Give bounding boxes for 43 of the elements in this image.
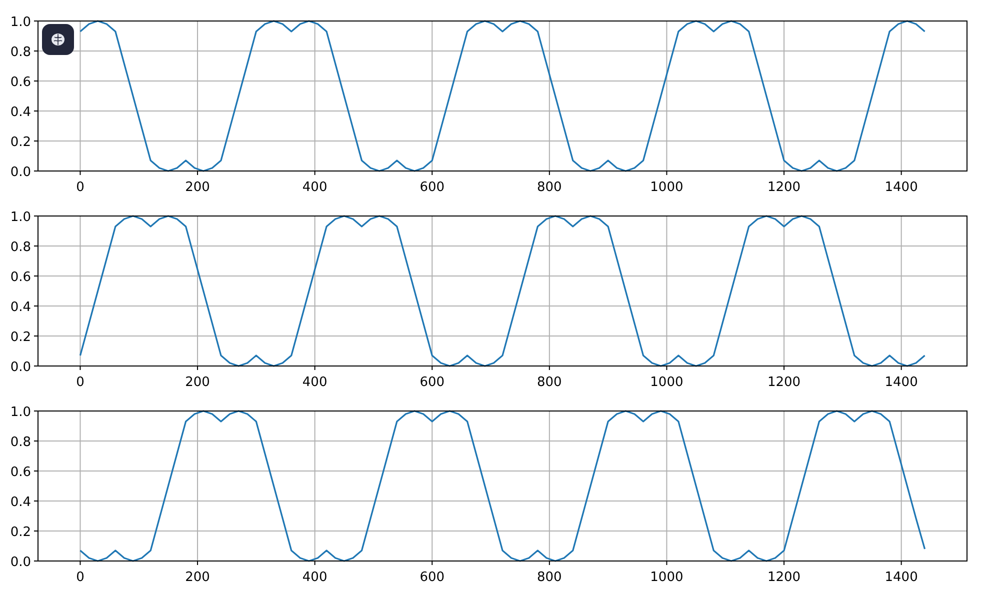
y-tick-label: 0.6 (10, 465, 31, 480)
y-tick-label: 1.0 (10, 15, 31, 30)
x-tick-label: 0 (76, 375, 84, 390)
floating-button[interactable] (42, 24, 74, 55)
y-tick-label: 0.2 (10, 330, 31, 345)
x-tick-label: 1200 (767, 570, 801, 585)
y-tick-label: 0.4 (10, 105, 31, 120)
x-tick-label: 1400 (884, 180, 918, 195)
x-tick-label: 400 (302, 180, 328, 195)
y-tick-label: 1.0 (10, 210, 31, 225)
x-tick-label: 1000 (650, 375, 684, 390)
x-tick-label: 600 (420, 375, 445, 390)
x-tick-label: 400 (302, 375, 328, 390)
x-tick-label: 1200 (767, 375, 801, 390)
y-tick-label: 0.6 (10, 270, 31, 285)
x-tick-label: 0 (76, 180, 84, 195)
x-tick-label: 200 (185, 375, 210, 390)
x-tick-label: 1400 (884, 375, 918, 390)
y-tick-label: 0.0 (10, 165, 31, 180)
y-tick-label: 0.4 (10, 300, 31, 315)
y-tick-label: 0.0 (10, 360, 31, 375)
y-tick-label: 0.6 (10, 75, 31, 90)
x-tick-label: 200 (185, 180, 210, 195)
x-tick-label: 200 (185, 570, 210, 585)
x-tick-label: 800 (537, 375, 562, 390)
x-tick-label: 400 (302, 570, 328, 585)
y-tick-label: 1.0 (10, 405, 31, 420)
x-tick-label: 1200 (767, 180, 801, 195)
x-tick-label: 1400 (884, 570, 918, 585)
x-tick-label: 800 (537, 180, 562, 195)
y-tick-label: 0.0 (10, 555, 31, 570)
x-tick-label: 0 (76, 570, 84, 585)
y-tick-label: 0.4 (10, 495, 31, 510)
y-tick-label: 0.2 (10, 525, 31, 540)
y-tick-label: 0.2 (10, 135, 31, 150)
y-tick-label: 0.8 (10, 435, 31, 450)
y-tick-label: 0.8 (10, 240, 31, 255)
x-tick-label: 600 (420, 180, 445, 195)
x-tick-label: 1000 (650, 570, 684, 585)
x-tick-label: 600 (420, 570, 445, 585)
y-tick-label: 0.8 (10, 45, 31, 60)
x-tick-label: 800 (537, 570, 562, 585)
x-tick-label: 1000 (650, 180, 684, 195)
